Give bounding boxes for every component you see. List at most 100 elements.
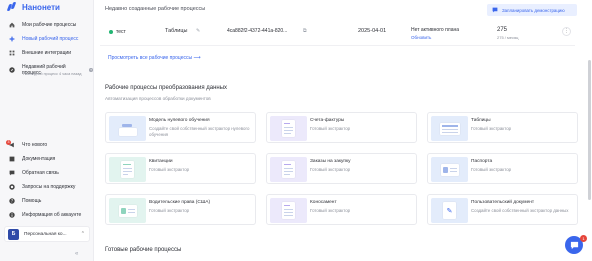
sidebar-item-whats-new[interactable]: Что нового (9, 142, 93, 148)
card-title: Модель нулевого обучения (149, 118, 210, 123)
sidebar-item-docs[interactable]: Документация (9, 156, 93, 162)
megaphone-icon (9, 142, 15, 148)
chat-icon (570, 241, 578, 249)
avatar: Б (8, 228, 19, 240)
sidebar-item-label: Информация об аккаунте (22, 212, 82, 218)
card-description: Создайте свой собственный экстрактор дан… (471, 208, 569, 213)
compass-icon (9, 67, 15, 73)
document-thumbnail: ✎ (431, 198, 468, 223)
card-title: Таблицы (471, 118, 491, 123)
sidebar: Нанонети Мои рабочие процессы Новый рабо… (0, 0, 94, 261)
sidebar-item-label: Документация (22, 156, 56, 162)
main-content: Недавно созданные рабочие процессы Запла… (95, 0, 592, 261)
sidebar-item-label: Обратная связь (22, 170, 59, 176)
workflow-card-invoices[interactable]: Счета-фактуры Готовый экстрактор (266, 112, 417, 143)
card-description: Готовый экстрактор (310, 208, 351, 213)
help-icon: ? (9, 198, 15, 204)
usage-per-month: 275 / месяц (497, 35, 519, 40)
card-title: Коносамент (310, 200, 337, 205)
grid-icon (9, 50, 15, 56)
copy-icon[interactable]: ⧉ (303, 28, 307, 34)
document-thumbnail (109, 198, 146, 223)
question-icon[interactable]: ? (89, 68, 93, 72)
card-title: Водительские права (США) (149, 200, 211, 205)
card-description: Готовый экстрактор (149, 167, 190, 172)
card-title: Паспорта (471, 159, 493, 164)
sidebar-item-label: Что нового (22, 142, 48, 148)
workflow-card-receipts[interactable]: Квитанции Готовый экстрактор (105, 153, 256, 184)
workflow-type: Таблицы (165, 28, 188, 34)
workflow-id: 4ca882f2-4372-441a-820... (227, 28, 288, 34)
workflow-card-purchase-orders[interactable]: Заказы на закупку Готовый экстрактор (266, 153, 417, 184)
sidebar-item-label: Помощь (22, 198, 42, 204)
chat-icon (9, 170, 15, 176)
workflow-card-passports[interactable]: Паспорта Готовый экстрактор (427, 153, 578, 184)
card-title: Квитанции (149, 159, 173, 164)
card-description: Создайте свой собственный экстрактор нул… (149, 126, 250, 137)
pencil-icon[interactable]: ✎ (196, 28, 200, 34)
sidebar-item-my-workflows[interactable]: Мои рабочие процессы (9, 22, 93, 28)
info-icon (9, 212, 15, 218)
document-thumbnail (431, 157, 468, 182)
card-description: Готовый экстрактор (471, 126, 512, 131)
sidebar-item-help[interactable]: ? Помощь (9, 198, 93, 204)
workflow-card-tables[interactable]: Таблицы Готовый экстрактор (427, 112, 578, 143)
app-root: Нанонети Мои рабочие процессы Новый рабо… (0, 0, 592, 261)
card-description: Готовый экстрактор (310, 167, 351, 172)
svg-text:?: ? (11, 199, 13, 204)
document-thumbnail (270, 157, 307, 182)
card-description: Готовый экстрактор (310, 126, 351, 131)
logo-text: Нанонети (22, 2, 60, 12)
transform-section-title: Рабочие процессы преобразования данных (105, 85, 228, 91)
sidebar-item-support[interactable]: Запросы на поддержку (9, 184, 93, 190)
workflow-card-drivers-license[interactable]: Водительские права (США) Готовый экстрак… (105, 194, 256, 225)
recent-workflows-title: Недавно созданные рабочие процессы (105, 6, 206, 12)
document-thumbnail (109, 157, 146, 182)
transform-section-subtitle: Автоматизация процессов обработки докуме… (105, 96, 211, 101)
card-description: Готовый экстрактор (149, 208, 190, 213)
sidebar-item-account-info[interactable]: Информация об аккаунте (9, 212, 93, 218)
plus-icon (9, 36, 15, 42)
chevron-up-icon: ⌃ (80, 231, 85, 237)
card-description: Готовый экстрактор (471, 167, 512, 172)
workflow-card-custom-document[interactable]: ✎ Пользовательский документ Создайте сво… (427, 194, 578, 225)
more-options-icon[interactable]: ⋮ (562, 27, 571, 36)
book-icon (9, 156, 15, 162)
workflow-row[interactable]: тест Таблицы ✎ 4ca882f2-4372-441a-820...… (100, 20, 575, 46)
collapse-sidebar-icon[interactable]: « (75, 251, 78, 257)
sidebar-item-integrations[interactable]: Внешние интеграции (9, 50, 93, 56)
workflow-card-bill-of-lading[interactable]: Коносамент Готовый экстрактор (266, 194, 417, 225)
sidebar-item-label: Новый рабочий процесс (22, 36, 79, 42)
support-icon (9, 184, 15, 190)
workflow-name: тест (116, 29, 126, 35)
card-title: Пользовательский документ (471, 200, 535, 205)
document-thumbnail (270, 116, 307, 141)
update-plan-link[interactable]: Обновить (411, 35, 431, 40)
account-switcher[interactable]: Б Персональная ко... ⌃ (4, 226, 90, 242)
sidebar-item-label: Запросы на поддержку (22, 184, 76, 190)
sidebar-item-new-workflow[interactable]: Новый рабочий процесс (9, 36, 93, 42)
status-dot (109, 30, 113, 34)
chat-badge: 1 (580, 235, 587, 242)
workflow-card-zero-shot[interactable]: Модель нулевого обучения Создайте свой с… (105, 112, 256, 143)
sidebar-item-feedback[interactable]: Обратная связь (9, 170, 93, 176)
sidebar-item-label: Мои рабочие процессы (22, 22, 77, 28)
sidebar-item-label: Внешние интеграции (22, 50, 72, 56)
view-all-workflows-link[interactable]: Просмотреть все рабочие процессы ⟶ (108, 55, 201, 61)
pencil-icon: ✎ (443, 202, 456, 219)
scrollbar[interactable] (588, 60, 591, 200)
schedule-demo-button[interactable]: Запланировать демонстрацию (487, 4, 577, 16)
document-thumbnail (109, 116, 146, 141)
account-name: Персональная ко... (24, 231, 67, 237)
recent-workflow-subtitle: Последний процесс 4 часа назад (23, 72, 82, 76)
card-title: Счета-фактуры (310, 118, 345, 123)
ready-workflows-title: Готовые рабочие процессы (105, 247, 182, 253)
schedule-demo-label: Запланировать демонстрацию (502, 7, 565, 13)
logo[interactable]: Нанонети (6, 2, 60, 12)
card-title: Заказы на закупку (310, 159, 351, 164)
chat-icon (492, 7, 498, 13)
plan-status: Нет активного плана (411, 27, 460, 33)
workflow-date: 2025-04-01 (358, 28, 387, 34)
home-icon (9, 22, 15, 28)
document-thumbnail (270, 198, 307, 223)
